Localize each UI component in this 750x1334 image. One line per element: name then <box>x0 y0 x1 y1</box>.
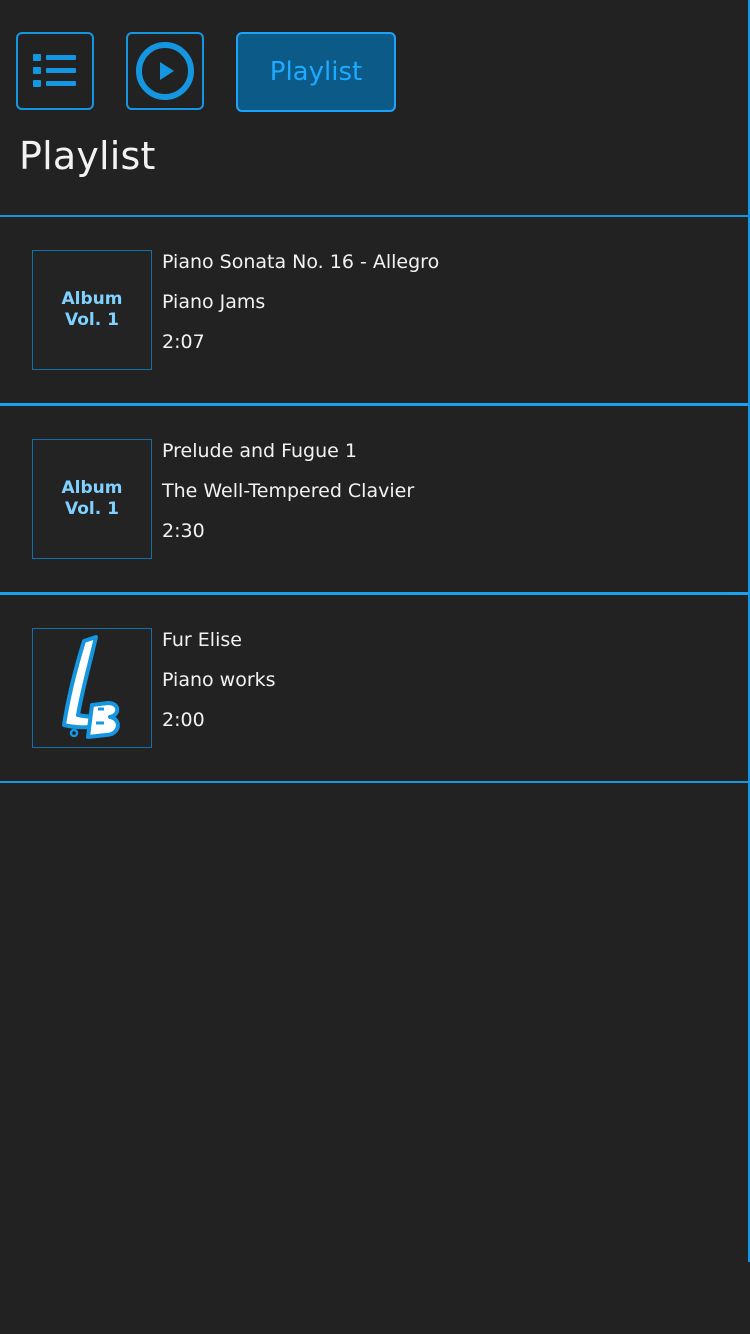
list-divider <box>0 781 748 783</box>
list-icon <box>33 54 76 87</box>
cover-label-line2: Vol. 1 <box>65 310 119 330</box>
album-cover: Album Vol. 1 <box>32 250 152 370</box>
cover-label-line1: Album <box>61 478 123 498</box>
list-view-button[interactable] <box>16 32 94 110</box>
track-duration: 2:30 <box>162 520 205 542</box>
album-cover: Album Vol. 1 <box>32 439 152 559</box>
track-duration: 2:07 <box>162 331 205 353</box>
track-list: Album Vol. 1 Piano Sonata No. 16 - Alleg… <box>0 215 748 783</box>
track-title: Prelude and Fugue 1 <box>162 440 357 462</box>
track-album: Piano Jams <box>162 291 266 313</box>
page-title: Playlist <box>19 134 156 178</box>
track-album: Piano works <box>162 669 276 691</box>
track-title: Piano Sonata No. 16 - Allegro <box>162 251 440 273</box>
cover-label-line2: Vol. 1 <box>65 499 119 519</box>
tab-playlist[interactable]: Playlist <box>236 32 396 112</box>
track-row[interactable]: Album Vol. 1 Piano Sonata No. 16 - Alleg… <box>0 217 748 403</box>
lb-logo-icon <box>62 635 120 739</box>
track-album: The Well-Tempered Clavier <box>162 480 415 502</box>
track-duration: 2:00 <box>162 709 205 731</box>
cover-label-line1: Album <box>61 289 123 309</box>
play-button[interactable] <box>126 32 204 110</box>
toolbar: Playlist <box>16 32 396 112</box>
track-title: Fur Elise <box>162 629 242 651</box>
play-circle-icon <box>136 42 194 100</box>
track-row[interactable]: Fur Elise Piano works 2:00 <box>0 595 748 781</box>
album-cover <box>32 628 152 748</box>
track-row[interactable]: Album Vol. 1 Prelude and Fugue 1 The Wel… <box>0 406 748 592</box>
playlist-screen: Playlist Playlist Album Vol. 1 Piano Son… <box>0 0 750 1334</box>
